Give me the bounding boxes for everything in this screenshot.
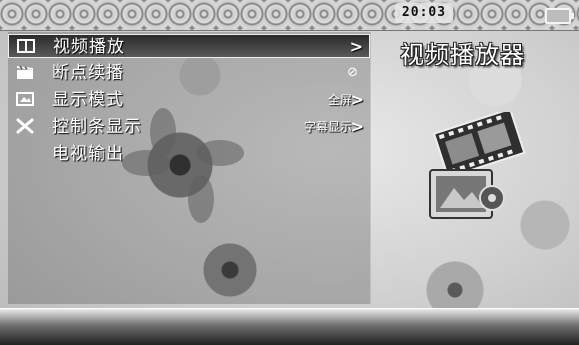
clapperboard-icon bbox=[16, 64, 34, 80]
chevron-right-icon: > bbox=[350, 90, 364, 109]
display-icon bbox=[16, 91, 34, 107]
menu-item-label: 控制条显示 bbox=[52, 117, 142, 137]
menu-item-label: 视频播放 bbox=[53, 37, 125, 57]
battery-icon bbox=[545, 8, 574, 24]
menu-item-control-bar[interactable]: 控制条显示 字幕显示 > bbox=[8, 115, 370, 139]
menu-item-video-play[interactable]: 视频播放 > bbox=[8, 34, 370, 58]
film-reel-icon bbox=[429, 112, 526, 219]
chevron-right-icon: > bbox=[349, 37, 363, 56]
disabled-icon: ⊘ bbox=[347, 65, 358, 80]
menu-item-tv-output[interactable]: 电视输出 bbox=[8, 142, 370, 166]
bottom-bar bbox=[0, 308, 579, 345]
tools-icon bbox=[16, 118, 34, 134]
status-bar: 20:03 bbox=[0, 0, 579, 31]
menu-item-value: 全屏 bbox=[327, 93, 352, 107]
menu-item-label: 电视输出 bbox=[52, 144, 124, 164]
app-title: 视频播放器 bbox=[400, 41, 525, 69]
menu-item-resume-play[interactable]: 断点续播 ⊘ bbox=[8, 61, 370, 85]
menu-item-label: 显示模式 bbox=[52, 90, 124, 110]
menu-item-display-mode[interactable]: 显示模式 全屏 > bbox=[8, 88, 370, 112]
chevron-right-icon: > bbox=[350, 117, 364, 136]
video-icon bbox=[17, 38, 35, 54]
menu-item-label: 断点续播 bbox=[52, 63, 124, 83]
menu-item-value: 字幕显示 bbox=[303, 120, 352, 134]
clock-display: 20:03 bbox=[395, 3, 453, 23]
